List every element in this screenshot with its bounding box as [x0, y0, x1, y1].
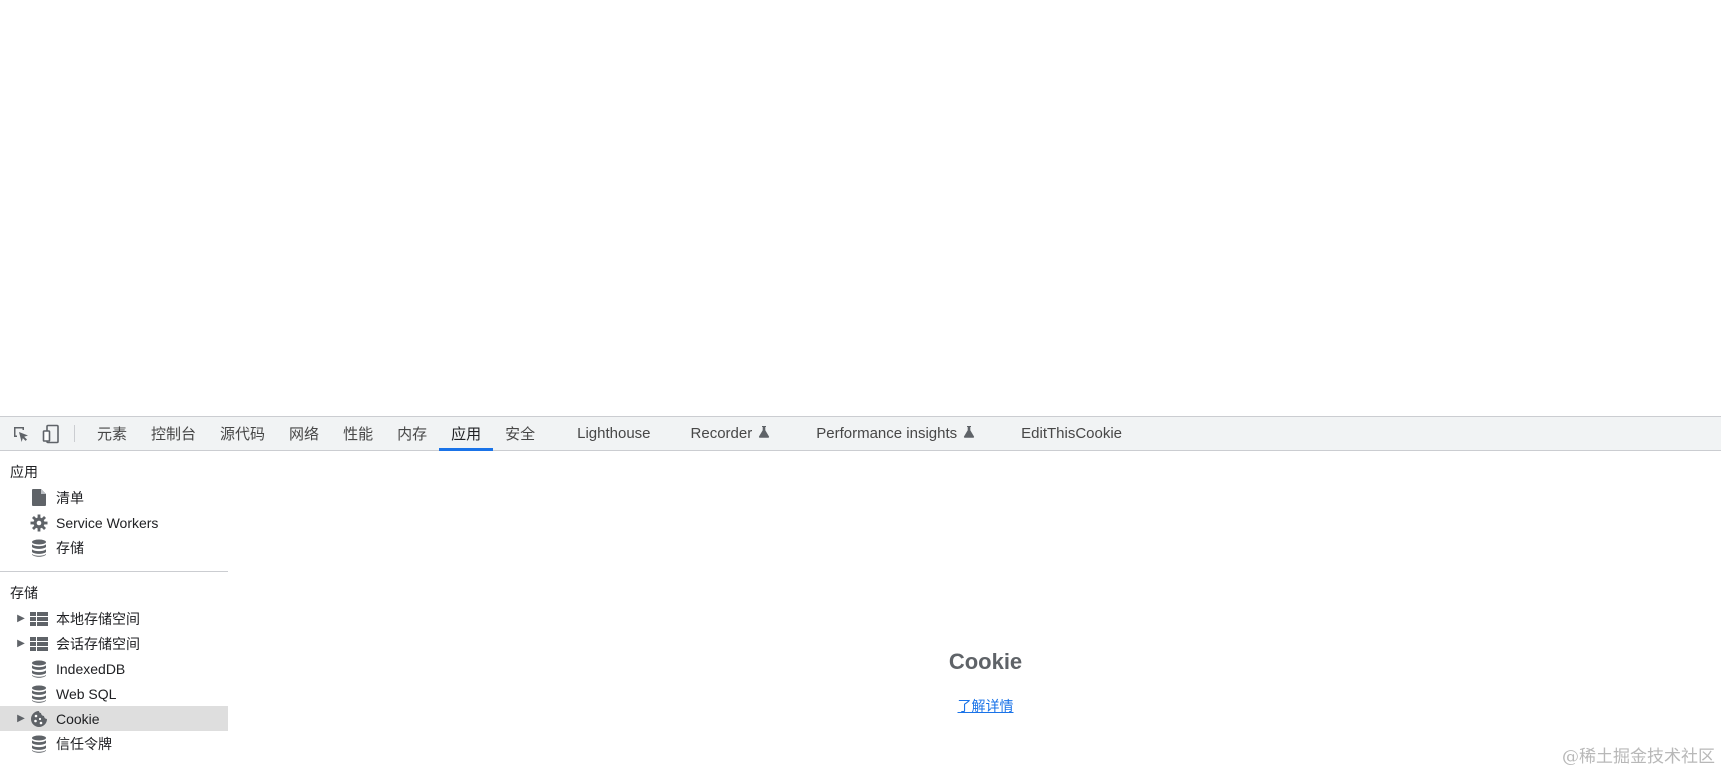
- database-icon: [30, 539, 48, 557]
- experiment-flask-icon: [758, 425, 770, 442]
- section-title-application: 应用: [10, 464, 38, 480]
- tab-performance-insights[interactable]: Performance insights: [804, 417, 987, 450]
- tab-network[interactable]: 网络: [277, 417, 331, 450]
- sidebar-item-label: Service Workers: [56, 514, 159, 531]
- sidebar-item-label: 会话存储空间: [56, 635, 140, 652]
- expand-arrow-icon[interactable]: ▶: [14, 637, 28, 651]
- document-icon: [30, 489, 48, 507]
- tab-console[interactable]: 控制台: [139, 417, 208, 450]
- empty-view-title: Cookie: [948, 649, 1023, 674]
- expand-arrow-icon[interactable]: ▶: [14, 612, 28, 626]
- tab-elements[interactable]: 元素: [85, 417, 139, 450]
- tab-sources[interactable]: 源代码: [208, 417, 277, 450]
- tab-memory[interactable]: 内存: [385, 417, 439, 450]
- table-icon: [30, 635, 48, 653]
- sidebar-item-cookie[interactable]: ▶ Cookie: [0, 706, 228, 731]
- section-divider: [0, 571, 228, 572]
- sidebar-item-label: Web SQL: [56, 685, 117, 702]
- learn-more-link[interactable]: 了解详情: [958, 698, 1014, 714]
- sidebar-item-local-storage[interactable]: ▶ 本地存储空间: [0, 606, 228, 631]
- table-icon: [30, 610, 48, 628]
- devtools-toolbar: 元素 控制台 源代码 网络 性能 内存 应用 安全 Lighthouse Rec…: [0, 417, 1721, 451]
- tab-recorder[interactable]: Recorder: [679, 417, 783, 450]
- sidebar-item-label: Cookie: [56, 710, 100, 727]
- sidebar-item-label: 清单: [56, 489, 84, 506]
- application-sidebar: 应用 清单 Service Workers 存储 存储 ▶ 本地存储空间 ▶ 会…: [0, 451, 228, 773]
- sidebar-item-label: 本地存储空间: [56, 610, 140, 627]
- tab-security[interactable]: 安全: [493, 417, 547, 450]
- sidebar-item-label: 存储: [56, 539, 84, 556]
- sidebar-item-web-sql[interactable]: Web SQL: [0, 681, 228, 706]
- cookie-main-panel: Cookie 了解详情 @稀土掘金技术社区: [250, 451, 1721, 773]
- inspect-element-icon[interactable]: [6, 417, 36, 450]
- cookie-icon: [30, 710, 48, 728]
- section-title-storage: 存储: [10, 585, 38, 601]
- watermark: @稀土掘金技术社区: [1562, 747, 1715, 767]
- sidebar-item-storage-overview[interactable]: 存储: [0, 535, 228, 560]
- tab-application[interactable]: 应用: [439, 417, 494, 451]
- toolbar-separator: [74, 425, 75, 442]
- tab-editthiscookie[interactable]: EditThisCookie: [1009, 417, 1134, 450]
- device-toolbar-icon[interactable]: [36, 417, 66, 450]
- tab-lighthouse[interactable]: Lighthouse: [565, 417, 662, 450]
- sidebar-item-manifest[interactable]: 清单: [0, 485, 228, 510]
- page-viewport: [0, 0, 1721, 416]
- sidebar-item-label: IndexedDB: [56, 660, 126, 677]
- sidebar-tree: 应用 清单 Service Workers 存储 存储 ▶ 本地存储空间 ▶ 会…: [0, 451, 228, 756]
- sidebar-item-session-storage[interactable]: ▶ 会话存储空间: [0, 631, 228, 656]
- gear-icon: [30, 514, 48, 532]
- experiment-flask-icon: [963, 425, 975, 442]
- devtools-panel: 元素 控制台 源代码 网络 性能 内存 应用 安全 Lighthouse Rec…: [0, 416, 1721, 772]
- sidebar-item-indexeddb[interactable]: IndexedDB: [0, 656, 228, 681]
- sidebar-item-trust-tokens[interactable]: 信任令牌: [0, 731, 228, 756]
- database-icon: [30, 735, 48, 753]
- expand-arrow-icon[interactable]: ▶: [14, 712, 28, 726]
- database-icon: [30, 685, 48, 703]
- tab-performance[interactable]: 性能: [331, 417, 385, 450]
- sidebar-item-label: 信任令牌: [56, 735, 112, 752]
- database-icon: [30, 660, 48, 678]
- sidebar-item-service-workers[interactable]: Service Workers: [0, 510, 228, 535]
